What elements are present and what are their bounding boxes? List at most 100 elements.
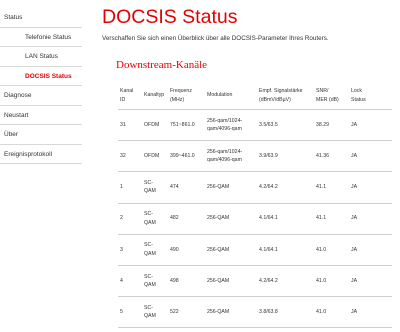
cell-text: JA xyxy=(351,215,358,222)
cell-signalstaerke: 3.8/63.8 xyxy=(257,296,314,329)
cell-text: QAM xyxy=(144,250,156,257)
page-intro: Verschaffen Sie sich einen Überblick übe… xyxy=(102,35,329,42)
cell-text: 1 xyxy=(120,184,123,191)
sidebar-item-neustart[interactable]: Neustart xyxy=(0,106,82,125)
sidebar-item-docsis-status[interactable]: DOCSIS Status xyxy=(0,67,82,86)
cell-kanal-id: 5 xyxy=(118,296,142,329)
cell-lock-status: JA xyxy=(349,296,392,329)
cell-lock-status: JA xyxy=(349,109,392,142)
cell-text: 474 xyxy=(170,184,179,191)
cell-text: JA xyxy=(351,184,358,191)
cell-text: 490 xyxy=(170,246,179,253)
cell-text: 38.29 xyxy=(316,121,329,128)
cell-text: 41.0 xyxy=(316,246,327,253)
column-header-text: (MHz) xyxy=(170,96,185,103)
cell-lock-status: JA xyxy=(349,203,392,235)
section-title-downstream: Downstream-Kanäle xyxy=(116,59,208,71)
sidebar-item-diagnose[interactable]: Diagnose xyxy=(0,86,82,106)
column-header-lock-status: Lock Status xyxy=(349,82,392,110)
sidebar-nav: Status Telefonie Status LAN Status DOCSI… xyxy=(0,8,82,164)
cell-text: SC- xyxy=(144,304,153,311)
table-row: 2 SC- QAM 482 256-QAM 4.1/64.1 41.1 JA xyxy=(118,203,392,235)
cell-text: 4 xyxy=(120,277,123,284)
cell-text: qam/4096-qam xyxy=(207,126,242,133)
cell-lock-status: JA xyxy=(349,234,392,266)
cell-snr-mer: 41.1 xyxy=(314,203,349,235)
column-header-text: SNR/ xyxy=(316,88,329,94)
cell-text: 3.5/63.5 xyxy=(259,121,278,128)
cell-snr-mer: 41.1 xyxy=(314,171,349,204)
cell-modulation: 256-QAM xyxy=(205,171,257,204)
cell-text: 4.2/64.2 xyxy=(259,184,278,191)
column-header-text: ID xyxy=(120,96,126,103)
cell-text: SC- xyxy=(144,179,153,186)
column-header-snr-mer: SNR/MER (dB) xyxy=(314,82,349,110)
column-header-signalstaerke: Empf. Signalstärke (dBmV/dBµV) xyxy=(257,82,314,110)
cell-frequenz: 399~461.0 xyxy=(168,140,205,173)
cell-snr-mer: 41.36 xyxy=(314,140,349,173)
column-header-text: (dBmV/dBµV) xyxy=(259,96,291,103)
column-header-kanal-id: Kanal ID xyxy=(118,82,142,110)
cell-kanal-id: 1 xyxy=(118,171,142,204)
sidebar-item-lan-status[interactable]: LAN Status xyxy=(0,47,82,67)
column-header-text: Modulation xyxy=(207,92,233,99)
cell-text: JA xyxy=(351,246,358,253)
router-status-page: Status Telefonie Status LAN Status DOCSI… xyxy=(0,0,400,332)
cell-signalstaerke: 4.2/64.2 xyxy=(257,265,314,298)
cell-text: 32 xyxy=(120,153,126,160)
downstream-channels-table: Kanal ID Kanaltyp Frequenz (MHz) Modulation Em… xyxy=(118,82,392,329)
table-row: 3 SC- QAM 490 256-QAM 4.1/64.1 41.0 JA xyxy=(118,234,392,266)
cell-text: JA xyxy=(351,153,358,160)
table-body: 31 OFDM 751~861.0 256-qam/1024- qam/4096-qam… xyxy=(118,109,392,329)
table-row: 32 OFDM 399~461.0 256-qam/1024- qam/4096-qam… xyxy=(118,140,392,173)
cell-text: 41.0 xyxy=(316,277,327,284)
column-header-modulation: Modulation xyxy=(205,82,257,110)
cell-text: JA xyxy=(351,308,358,315)
cell-modulation: 256-qam/1024- qam/4096-qam xyxy=(205,109,257,142)
cell-snr-mer: 38.29 xyxy=(314,109,349,142)
cell-kanaltyp: SC- QAM xyxy=(142,296,168,329)
table-row: 1 SC- QAM 474 256-QAM 4.2/64.2 41.1 JA xyxy=(118,171,392,204)
sidebar-item-telefonie-status[interactable]: Telefonie Status xyxy=(0,28,82,47)
sidebar-item-ereignisprotokoll[interactable]: Ereignisprotokoll xyxy=(0,145,82,164)
cell-text: 4.1/64.1 xyxy=(259,215,278,222)
sidebar-item-ueber[interactable]: Über xyxy=(0,125,82,145)
sidebar-item-status[interactable]: Status xyxy=(0,8,82,28)
cell-frequenz: 498 xyxy=(168,265,205,298)
table-row: 5 SC- QAM 522 256-QAM 3.8/63.8 41.0 JA xyxy=(118,296,392,329)
cell-signalstaerke: 4.1/64.1 xyxy=(257,234,314,266)
cell-kanal-id: 2 xyxy=(118,203,142,235)
cell-text: QAM xyxy=(144,219,156,226)
cell-text: 256-qam/1024- xyxy=(207,117,243,124)
cell-text: 498 xyxy=(170,277,179,284)
cell-modulation: 256-QAM xyxy=(205,234,257,266)
table-row: 31 OFDM 751~861.0 256-qam/1024- qam/4096-qam… xyxy=(118,109,392,142)
cell-lock-status: JA xyxy=(349,140,392,173)
column-header-text: Lock xyxy=(351,88,362,94)
cell-text: 3.9/63.9 xyxy=(259,153,278,160)
cell-kanaltyp: SC- QAM xyxy=(142,171,168,204)
cell-frequenz: 751~861.0 xyxy=(168,109,205,142)
cell-snr-mer: 41.0 xyxy=(314,234,349,266)
cell-text: 4.1/64.1 xyxy=(259,246,278,253)
cell-kanaltyp: OFDM xyxy=(142,140,168,173)
cell-text: 522 xyxy=(170,308,179,315)
cell-snr-mer: 41.0 xyxy=(314,265,349,298)
cell-modulation: 256-QAM xyxy=(205,203,257,235)
table-row: 4 SC- QAM 498 256-QAM 4.2/64.2 41.0 JA xyxy=(118,265,392,298)
cell-text: 5 xyxy=(120,308,123,315)
column-header-text: Status xyxy=(351,96,366,103)
cell-text: qam/4096-qam xyxy=(207,157,242,164)
column-header-text: Kanal xyxy=(120,88,134,94)
cell-text: 256-qam/1024- xyxy=(207,148,243,155)
page-title: DOCSIS Status xyxy=(102,6,238,28)
cell-text: 41.36 xyxy=(316,153,329,160)
column-header-text: Empf. Signalstärke xyxy=(259,88,303,94)
cell-signalstaerke: 4.1/64.1 xyxy=(257,203,314,235)
cell-signalstaerke: 3.5/63.5 xyxy=(257,109,314,142)
cell-kanaltyp: OFDM xyxy=(142,109,168,142)
cell-text: SC- xyxy=(144,273,153,280)
cell-text: SC- xyxy=(144,242,153,249)
cell-text: JA xyxy=(351,277,358,284)
cell-frequenz: 490 xyxy=(168,234,205,266)
